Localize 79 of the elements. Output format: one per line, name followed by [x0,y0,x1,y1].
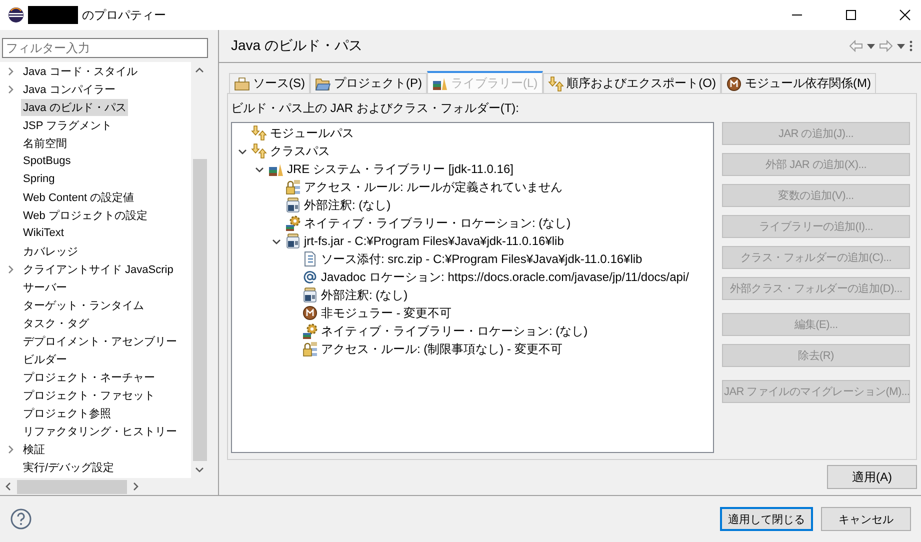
scroll-left-icon[interactable] [5,482,11,491]
sidebar-item[interactable]: サーバー [21,278,69,296]
tree-item[interactable]: モジュールパス [270,124,354,142]
module-icon [302,305,318,321]
build-path-tree[interactable] [231,122,714,453]
gear-icon [285,215,301,231]
chevron-icon[interactable] [238,146,246,156]
jar-icon [285,197,301,213]
sidebar-item[interactable]: Java コンパイラー [21,80,118,98]
sidebar-item[interactable]: 名前空間 [21,134,69,152]
lock-icon [302,341,318,357]
dialog-button[interactable]: 適用して閉じる [720,507,813,531]
redacted-block [28,6,78,24]
jar-icon [302,287,318,303]
page-title: Java のビルド・パス [231,37,362,55]
tab[interactable]: ソース(S) [229,73,310,93]
tree-item[interactable]: 外部注釈: (なし) [304,196,391,214]
sidebar-item[interactable]: Java のビルド・パス [21,98,128,116]
tree-item[interactable]: Javadoc ロケーション: https://docs.oracle.com/javase/jp/11/docs/api/ [321,268,689,286]
tree-label: ビルド・パス上の JAR およびクラス・フォルダー(T): [231,100,520,117]
sidebar-item[interactable]: カバレッジ [21,242,80,260]
sidebar-item[interactable]: タスク・タグ [21,314,91,332]
window-title: のプロパティー [82,6,166,24]
scroll-up-icon[interactable] [195,67,204,73]
tab[interactable]: モジュール依存関係(M) [721,73,876,93]
maximize-icon[interactable] [845,9,857,21]
sidebar-item[interactable]: SpotBugs [21,154,73,168]
filter-field[interactable]: フィルター入力 [2,38,208,58]
dialog-button[interactable]: キャンセル [821,507,911,531]
chevron-icon[interactable] [272,236,280,246]
menu-icon[interactable] [909,40,913,52]
sidebar-item[interactable]: WikiText [21,226,66,240]
tree-item[interactable]: ネイティブ・ライブラリー・ロケーション: (なし) [304,214,571,232]
sidebar-item[interactable]: 実行/デバッグ設定 [21,458,116,476]
sidebar-item[interactable]: Spring [21,172,57,186]
folder-icon [315,76,331,92]
sidebar-item[interactable]: プロジェクト参照 [21,404,113,422]
sidebar-item[interactable]: Web プロジェクトの設定 [21,206,150,224]
sidebar-item[interactable]: クライアントサイド JavaScrip [21,260,176,278]
dropdown-caret-icon[interactable] [897,44,905,48]
arrows-icon [251,125,267,141]
tab[interactable]: 順序およびエクスポート(O) [542,73,721,93]
help-icon[interactable] [10,508,32,530]
sidebar-item[interactable]: Web Content の設定値 [21,188,136,206]
sidebar-item[interactable]: JSP フラグメント [21,116,114,134]
close-icon[interactable] [899,9,911,21]
tree-item[interactable]: クラスパス [270,142,330,160]
tree-item[interactable]: ネイティブ・ライブラリー・ロケーション: (なし) [321,322,588,340]
sidebar-item[interactable]: デプロイメント・アセンブリー [21,332,179,350]
tree-item[interactable]: jrt-fs.jar - C:¥Program Files¥Java¥jdk-11.0.16¥lib [304,234,564,248]
gear-icon [302,323,318,339]
tree-item[interactable]: アクセス・ルール: ルールが定義されていません [304,178,563,196]
tree-item[interactable]: ソース添付: src.zip - C:¥Program Files¥Java¥jdk-11.0.16¥lib [321,250,642,268]
tree-item[interactable]: JRE システム・ライブラリー [jdk-11.0.16] [287,160,514,178]
package-folder-icon [234,76,250,92]
sidebar-item[interactable]: 検証 [21,440,47,458]
module-icon [726,76,742,92]
arrows-icon [251,143,267,159]
document-icon [302,251,318,267]
tree-item[interactable]: アクセス・ルール: (制限事項なし) - 変更不可 [321,340,562,358]
arrows-icon [548,76,564,92]
sidebar-item[interactable]: ターゲット・ランタイム [21,296,146,314]
tab[interactable]: プロジェクト(P) [310,73,427,93]
sidebar-item[interactable]: プロジェクト・ネーチャー [21,368,157,386]
sidebar-item[interactable]: ビルダー [21,350,69,368]
apply-button[interactable]: 適用(A) [827,465,917,489]
at-sign-icon [302,269,318,285]
sidebar-item[interactable]: プロジェクト・ファセット [21,386,157,404]
scroll-down-icon[interactable] [195,467,204,473]
scroll-right-icon[interactable] [133,482,139,491]
sidebar-item[interactable]: リファクタリング・ヒストリー [21,422,179,440]
lock-icon [285,179,301,195]
app-icon [8,7,24,23]
sidebar-item[interactable]: Java コード・スタイル [21,62,140,80]
tree-item[interactable]: 非モジュラー - 変更不可 [321,304,452,322]
jar-icon [285,233,301,249]
chevron-icon[interactable] [254,164,264,174]
tree-item[interactable]: 外部注釈: (なし) [321,286,408,304]
dropdown-caret-icon[interactable] [867,44,875,48]
